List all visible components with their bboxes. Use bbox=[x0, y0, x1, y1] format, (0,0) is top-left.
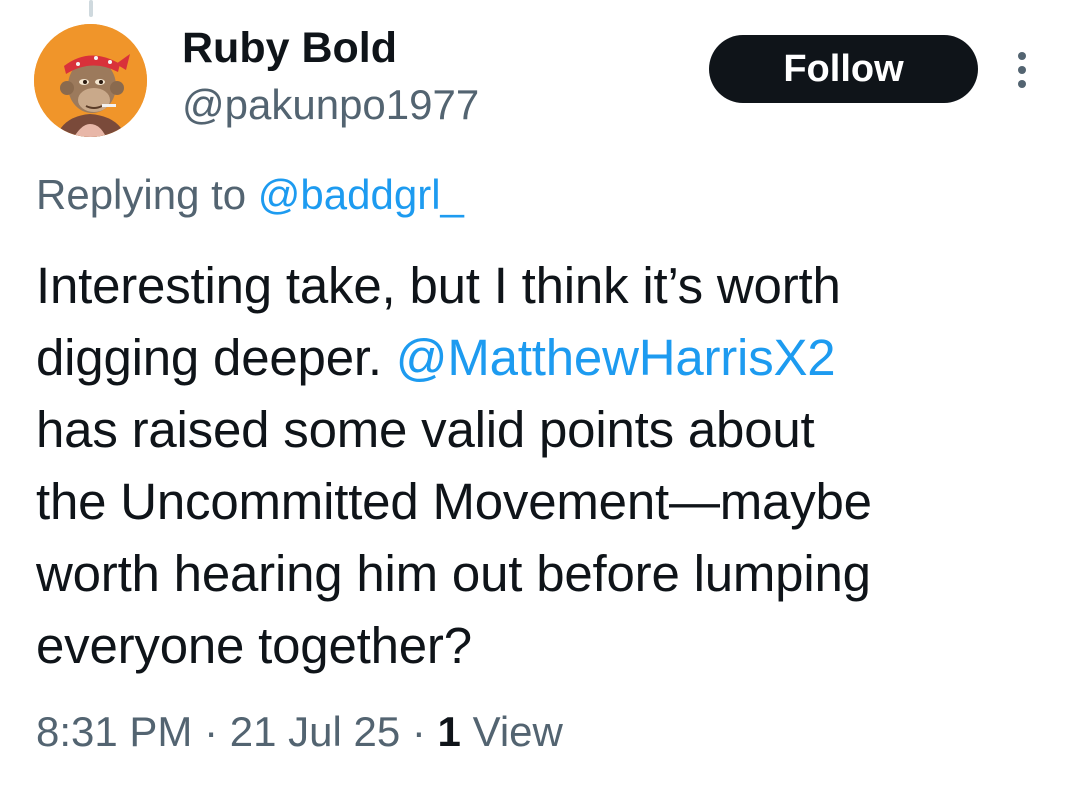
tweet-text-line: has raised some valid points about bbox=[36, 401, 815, 458]
more-dot bbox=[1018, 80, 1026, 88]
meta-separator: · bbox=[192, 708, 230, 755]
reply-mention-link[interactable]: @baddgrl_ bbox=[258, 171, 464, 218]
tweet-time[interactable]: 8:31 PM bbox=[36, 708, 192, 755]
tweet-date[interactable]: 21 Jul 25 bbox=[230, 708, 400, 755]
tweet-text-line: Interesting take, but I think it’s worth bbox=[36, 257, 841, 314]
tweet-mention-link[interactable]: @MatthewHarrisX2 bbox=[396, 329, 836, 386]
more-dot bbox=[1018, 66, 1026, 74]
view-label: View bbox=[472, 708, 563, 755]
tweet-text: Interesting take, but I think it’s worth… bbox=[36, 250, 1046, 682]
tweet-text-line: digging deeper. @MatthewHarrisX2 bbox=[36, 322, 1046, 394]
ape-avatar-icon bbox=[34, 24, 147, 137]
tweet-text-line: everyone together? bbox=[36, 617, 472, 674]
follow-button[interactable]: Follow bbox=[709, 35, 978, 103]
author-display-name[interactable]: Ruby Bold bbox=[182, 22, 397, 74]
reply-context: Replying to @baddgrl_ bbox=[36, 169, 464, 221]
tweet-text-segment: digging deeper. bbox=[36, 329, 396, 386]
meta-separator: · bbox=[400, 708, 438, 755]
author-handle[interactable]: @pakunpo1977 bbox=[182, 80, 479, 130]
tweet-metadata: 8:31 PM · 21 Jul 25 · 1 View bbox=[36, 704, 563, 760]
author-avatar[interactable] bbox=[34, 24, 147, 137]
reply-context-prefix: Replying to bbox=[36, 171, 258, 218]
more-dot bbox=[1018, 52, 1026, 60]
tweet-text-line: worth hearing him out before lumping bbox=[36, 545, 871, 602]
view-count: 1 bbox=[437, 708, 461, 755]
thread-connector-line bbox=[89, 0, 93, 17]
more-options-icon[interactable] bbox=[1010, 50, 1034, 90]
tweet-text-line: the Uncommitted Movement—maybe bbox=[36, 473, 872, 530]
